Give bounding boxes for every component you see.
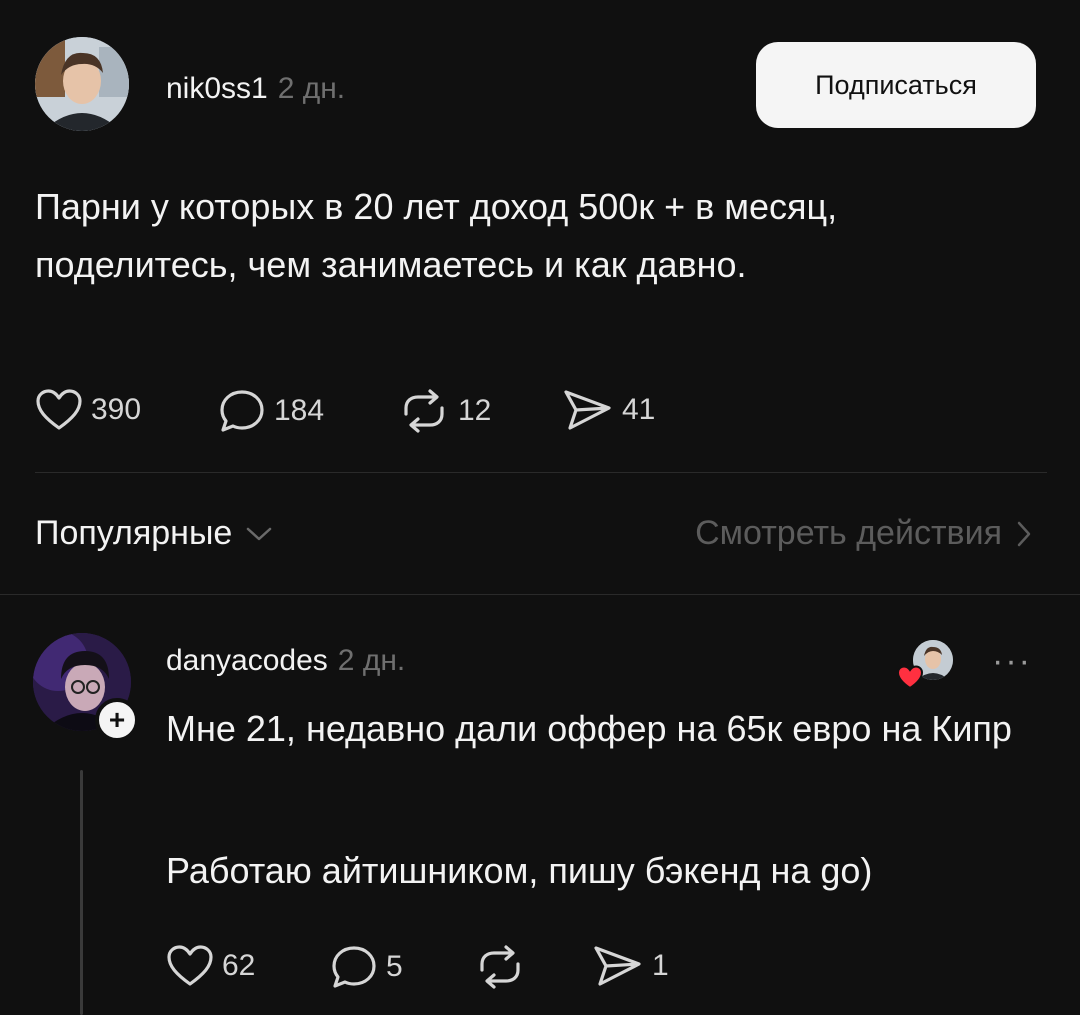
- comment-count: 5: [386, 950, 403, 983]
- heart-badge-icon: [896, 664, 924, 695]
- sort-label: Популярные: [35, 514, 233, 552]
- like-count: 62: [222, 949, 256, 982]
- avatar[interactable]: [35, 37, 129, 131]
- share-icon: [564, 390, 611, 430]
- like-count: 390: [91, 393, 142, 426]
- thread-line: [80, 770, 83, 1015]
- heart-icon: [36, 389, 82, 430]
- heart-icon: [167, 945, 213, 986]
- post-author[interactable]: nik0ss1 2 дн.: [166, 72, 345, 106]
- post-text: Парни у которых в 20 лет доход 500к + в …: [35, 186, 838, 285]
- like-button[interactable]: 390: [35, 388, 141, 432]
- repost-button[interactable]: 12: [398, 388, 491, 434]
- follow-button[interactable]: Подписаться: [756, 42, 1036, 128]
- divider: [0, 594, 1080, 595]
- share-button[interactable]: 41: [562, 388, 655, 432]
- follow-plus-button[interactable]: +: [95, 698, 139, 742]
- sort-dropdown[interactable]: Популярные: [35, 514, 272, 553]
- more-options-button[interactable]: ···: [992, 642, 1032, 681]
- repost-button[interactable]: [474, 944, 526, 990]
- reply-text: Работаю айтишником, пишу бэкенд на go): [166, 850, 873, 891]
- repost-count: 12: [458, 394, 492, 427]
- username[interactable]: nik0ss1: [166, 72, 268, 105]
- comment-count: 184: [274, 394, 325, 427]
- share-button[interactable]: 1: [592, 944, 669, 988]
- view-activity-label: Смотреть действия: [695, 514, 1002, 552]
- post-time: 2 дн.: [277, 72, 346, 105]
- comment-button[interactable]: 5: [330, 944, 403, 990]
- repost-icon: [480, 945, 520, 989]
- reply-text: Мне 21, недавно дали оффер на 65к евро н…: [166, 708, 1012, 749]
- divider: [35, 472, 1047, 473]
- share-icon: [594, 946, 641, 986]
- repost-icon: [404, 389, 444, 433]
- chevron-right-icon: [1017, 521, 1031, 546]
- like-button[interactable]: 62: [166, 944, 255, 988]
- comment-icon: [332, 946, 376, 988]
- comment-button[interactable]: 184: [218, 388, 324, 434]
- view-activity-link[interactable]: Смотреть действия: [695, 514, 1032, 553]
- share-count: 1: [652, 949, 669, 982]
- comment-icon: [220, 390, 264, 432]
- username[interactable]: danyacodes: [166, 644, 328, 677]
- chevron-down-icon: [247, 527, 272, 540]
- reply-time: 2 дн.: [337, 644, 406, 677]
- share-count: 41: [622, 393, 656, 426]
- reply-author[interactable]: danyacodes 2 дн.: [166, 644, 405, 678]
